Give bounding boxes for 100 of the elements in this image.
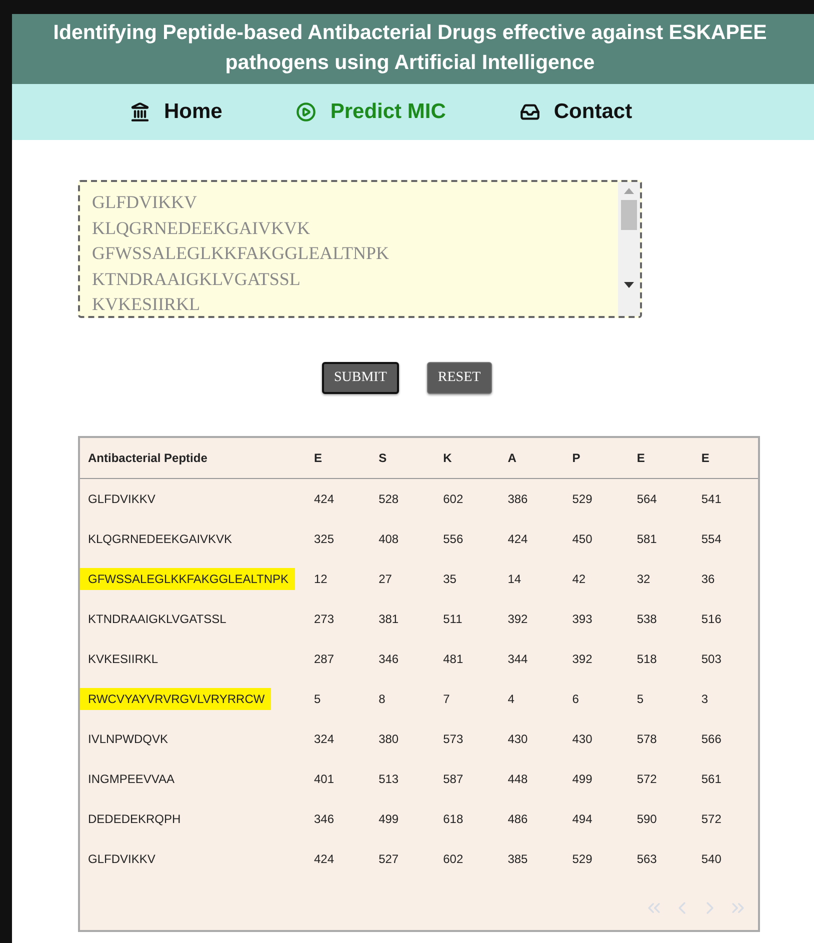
- play-icon: [296, 102, 316, 122]
- table-cell-text: 344: [506, 651, 529, 668]
- table-cell-text: 392: [571, 651, 594, 668]
- table-cell-text: 430: [571, 731, 594, 748]
- column-header: S: [370, 438, 436, 478]
- scroll-down-icon[interactable]: [624, 282, 634, 288]
- table-cell: 564: [628, 478, 694, 519]
- table-cell-text: 572: [700, 811, 722, 828]
- table-cell-text: 448: [506, 771, 529, 788]
- table-cell: 386: [500, 478, 564, 519]
- inbox-icon: [520, 102, 540, 122]
- table-cell-text: 516: [700, 611, 722, 628]
- peptide-cell: GFWSSALEGLKKFAKGGLEALTNPK: [80, 568, 295, 590]
- page-title: Identifying Peptide-based Antibacterial Drugs effective against ESKAPEE pathogens using Artificial Intelligence: [52, 20, 768, 76]
- peptide-cell-text: KLQGRNEDEEKGAIVKVK: [87, 531, 234, 548]
- table-cell-text: 380: [378, 731, 400, 748]
- table-cell-text: 424: [506, 531, 529, 548]
- column-header: Antibacterial Peptide: [80, 438, 306, 478]
- scrollbar-thumb[interactable]: [621, 200, 637, 230]
- table-cell-text: 581: [636, 531, 658, 548]
- table-cell-text: 6: [571, 691, 580, 708]
- table-cell-text: 401: [313, 771, 336, 788]
- peptide-cell-text: INGMPEEVVAA: [87, 771, 176, 788]
- table-cell-text: 618: [442, 811, 464, 828]
- bank-icon: [130, 102, 150, 122]
- column-header: E: [628, 438, 694, 478]
- column-header: A: [500, 438, 564, 478]
- table-cell-text: 325: [313, 531, 336, 548]
- table-cell-text: 538: [636, 611, 658, 628]
- table-cell-text: 513: [378, 771, 400, 788]
- table-cell-text: 393: [571, 611, 594, 628]
- table-cell-text: 5: [313, 691, 322, 708]
- table-cell-text: 346: [378, 651, 400, 668]
- table-cell: 541: [693, 478, 758, 519]
- table-cell-text: 503: [700, 651, 722, 668]
- table-cell-text: 408: [378, 531, 400, 548]
- peptide-cell-text: GLFDVIKKV: [87, 491, 156, 508]
- table-cell: 602: [435, 478, 500, 519]
- table-cell-text: 392: [506, 611, 529, 628]
- table-cell-text: 518: [636, 651, 658, 668]
- table-cell-text: 563: [636, 851, 658, 868]
- table-cell-text: 35: [442, 571, 458, 588]
- table-cell-text: 554: [700, 531, 722, 548]
- table-cell-text: 12: [313, 571, 328, 588]
- column-header: P: [564, 438, 629, 478]
- table-cell-text: 572: [636, 771, 658, 788]
- table-cell-text: 602: [442, 851, 464, 868]
- table-cell-text: 527: [378, 851, 400, 868]
- column-header: K: [435, 438, 500, 478]
- table-cell-text: 3: [700, 691, 710, 708]
- table-cell-text: 590: [636, 811, 658, 828]
- table-cell-text: 424: [313, 851, 336, 868]
- table-cell-text: 573: [442, 731, 464, 748]
- table-cell-text: 14: [506, 571, 522, 588]
- scroll-up-icon[interactable]: [624, 188, 634, 194]
- table-cell-text: 578: [636, 731, 658, 748]
- table-cell-text: 486: [506, 811, 529, 828]
- table-cell-text: 529: [571, 851, 594, 868]
- table-cell-text: 556: [442, 531, 464, 548]
- table-cell-text: 36: [700, 571, 716, 588]
- column-header: E: [693, 438, 758, 478]
- table-cell-text: 7: [442, 691, 451, 708]
- table-cell-text: 511: [442, 611, 464, 628]
- table-cell-text: 273: [313, 611, 336, 628]
- peptide-cell-text: DEDEDEKRQPH: [87, 811, 182, 828]
- reset-button[interactable]: RESET: [426, 362, 492, 394]
- table-cell-text: 481: [442, 651, 464, 668]
- table-cell-text: 566: [700, 731, 722, 748]
- table-cell-text: 385: [506, 851, 529, 868]
- peptide-cell-text: KVKESIIRKL: [87, 651, 160, 668]
- table-cell-text: 430: [506, 731, 529, 748]
- table-cell-text: 499: [571, 771, 594, 788]
- table-cell: 424: [306, 478, 371, 519]
- table-cell: 529: [564, 478, 629, 519]
- scrollbar[interactable]: [618, 182, 640, 316]
- table-cell: 528: [370, 478, 436, 519]
- table-cell-text: 27: [378, 571, 393, 588]
- table-cell-text: 450: [571, 531, 594, 548]
- table-cell-text: 5: [636, 691, 644, 708]
- nav-link[interactable]: Contact: [520, 100, 632, 124]
- peptide-cell-text: GLFDVIKKV: [87, 851, 156, 868]
- table-cell-text: 346: [313, 811, 336, 828]
- table-cell-text: 587: [442, 771, 464, 788]
- table-cell-text: 287: [313, 651, 336, 668]
- table-cell-text: 540: [700, 851, 722, 868]
- table-cell-text: 324: [313, 731, 336, 748]
- table-cell-text: 381: [378, 611, 400, 628]
- table-cell-text: 32: [636, 571, 652, 588]
- table-cell-text: 561: [700, 771, 722, 788]
- nav-link[interactable]: Predict MIC: [296, 100, 446, 124]
- table-cell-text: 499: [378, 811, 400, 828]
- table-cell-text: 494: [571, 811, 594, 828]
- peptide-cell-text: KTNDRAAIGKLVGATSSL: [87, 611, 228, 628]
- nav-link[interactable]: Home: [130, 100, 222, 124]
- table-cell-text: 8: [378, 691, 386, 708]
- peptide-cell: RWCVYAYVRVRGVLVRYRRCW: [80, 688, 271, 710]
- submit-button[interactable]: SUBMIT: [322, 362, 399, 394]
- peptide-cell-text: IVLNPWDQVK: [87, 731, 170, 748]
- table-cell-text: 4: [506, 691, 516, 708]
- column-header: E: [306, 438, 371, 478]
